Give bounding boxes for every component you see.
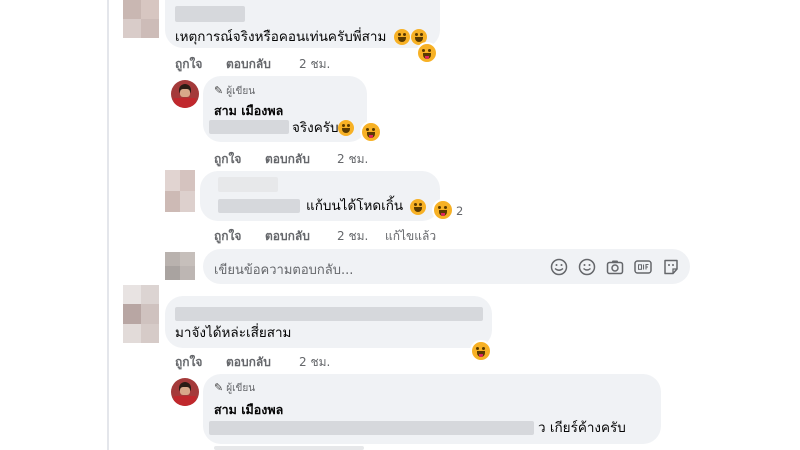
grinning-emoji-icon — [410, 199, 426, 215]
blurred-commenter-name — [218, 177, 278, 192]
reply-button[interactable]: ตอบกลับ — [265, 227, 310, 246]
reply-button[interactable]: ตอบกลับ — [226, 353, 271, 372]
timestamp[interactable]: 2 ชม. — [337, 150, 368, 169]
comment-text: มาจังได้หล่ะเสี่ยสาม — [175, 325, 292, 341]
camera-icon[interactable] — [606, 258, 624, 276]
like-button[interactable]: ถูกใจ — [214, 227, 241, 246]
comment-text: แก้บนได้โหดเกิ้น — [306, 198, 404, 214]
blurred-actions — [214, 446, 364, 450]
reply-button[interactable]: ตอบกลับ — [265, 150, 310, 169]
laughing-emoji-icon — [338, 120, 354, 136]
blurred-commenter-name — [175, 6, 245, 22]
pencil-icon: ✎ — [214, 381, 224, 394]
gif-icon[interactable] — [634, 258, 652, 276]
avatar-sticker-icon[interactable] — [662, 258, 680, 276]
like-button[interactable]: ถูกใจ — [175, 55, 202, 74]
comment-text: เหตุการณ์จริงหรือคอนเท่นครับพี่สาม — [175, 29, 387, 45]
commenter-avatar[interactable] — [123, 285, 159, 343]
commenter-avatar[interactable] — [123, 0, 159, 38]
author-badge: ✎ ผู้เขียน — [214, 381, 256, 394]
author-badge: ✎ ผู้เขียน — [214, 84, 256, 97]
sticker-icon[interactable] — [550, 258, 568, 276]
laughing-reaction-icon[interactable] — [432, 199, 454, 221]
reaction-count[interactable]: 2 — [456, 204, 463, 218]
blurred-mention — [209, 421, 534, 435]
timestamp[interactable]: 2 ชม. — [299, 353, 330, 372]
comment-text: จริงครับ — [292, 120, 339, 136]
timestamp[interactable]: 2 ชม. — [299, 55, 330, 74]
thread-line — [107, 0, 109, 450]
laughing-reaction-icon[interactable] — [360, 121, 382, 143]
laughing-reaction-icon[interactable] — [470, 340, 492, 362]
author-avatar[interactable] — [171, 378, 199, 406]
author-name[interactable]: สาม เมืองพล — [214, 400, 283, 420]
like-button[interactable]: ถูกใจ — [175, 353, 202, 372]
commenter-avatar[interactable] — [165, 170, 195, 212]
laughing-reaction-icon[interactable] — [416, 42, 438, 64]
reply-input-placeholder: เขียนข้อความตอบกลับ... — [214, 263, 354, 278]
current-user-avatar — [165, 252, 195, 280]
edited-label[interactable]: แก้ไขแล้ว — [385, 227, 436, 246]
blurred-mention — [218, 199, 300, 213]
reply-button[interactable]: ตอบกลับ — [226, 55, 271, 74]
author-avatar[interactable] — [171, 80, 199, 108]
timestamp[interactable]: 2 ชม. — [337, 227, 368, 246]
emoji-icon[interactable] — [578, 258, 596, 276]
like-button[interactable]: ถูกใจ — [214, 150, 241, 169]
blurred-mention — [209, 120, 289, 134]
blurred-commenter-name — [175, 307, 483, 321]
author-name[interactable]: สาม เมืองพล — [214, 101, 283, 121]
laughing-emoji-icon — [394, 29, 410, 45]
pencil-icon: ✎ — [214, 84, 224, 97]
comment-text: ว เกียร์ค้างครับ — [538, 420, 626, 436]
